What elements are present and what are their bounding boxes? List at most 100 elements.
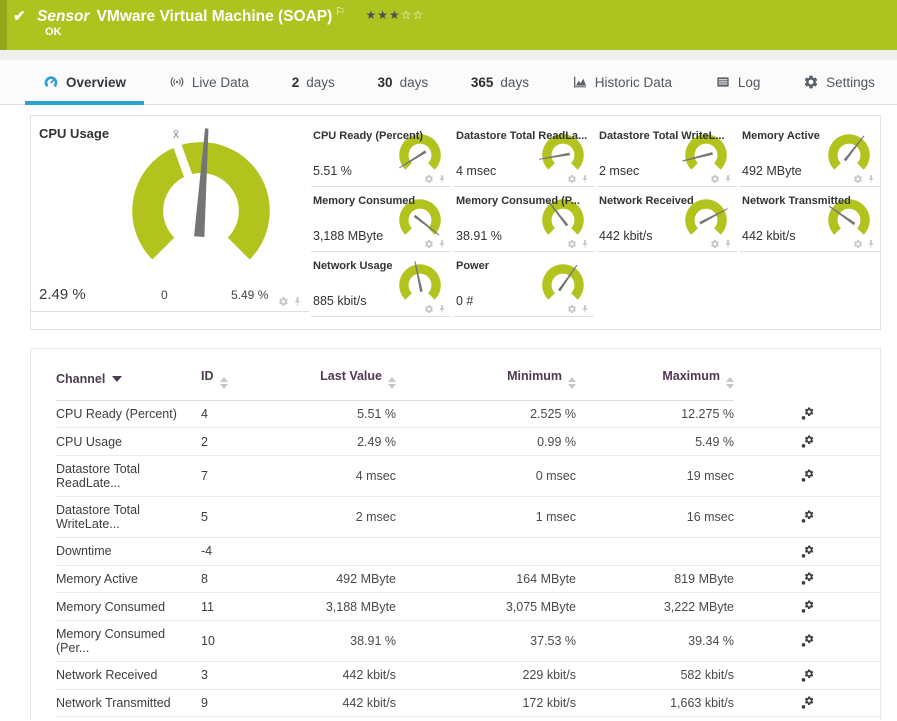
flag-icon[interactable]: ⚐ [335, 6, 345, 18]
cell-id: 3 [201, 661, 241, 690]
channel-settings-icon[interactable] [800, 600, 814, 614]
cell-id: 2 [201, 427, 241, 456]
cell-minimum: 1 msec [396, 496, 576, 538]
column-header-channel[interactable]: Channel [56, 359, 201, 401]
gear-icon[interactable] [567, 174, 577, 184]
cell-maximum: 582 kbit/s [576, 661, 734, 690]
cell-minimum [396, 537, 576, 566]
pin-icon[interactable] [580, 239, 590, 249]
mini-gauge-value: 885 kbit/s [313, 294, 367, 308]
table-row[interactable]: CPU Usage 2 2.49 % 0.99 % 5.49 % [56, 427, 880, 456]
mini-gauge-label: Network Transmitted [742, 195, 851, 207]
sort-desc-icon [112, 376, 123, 382]
cell-last-value: 492 MByte [241, 565, 396, 594]
mini-gauge-tile: Network Usage 885 kbit/s [311, 252, 451, 317]
mini-gauge-label: Memory Consumed (P... [456, 195, 580, 207]
mini-gauge-grid: CPU Ready (Percent) 5.51 % Datastore Tot… [311, 122, 880, 317]
pin-icon[interactable] [437, 174, 447, 184]
pin-icon[interactable] [437, 239, 447, 249]
tab-historic-data[interactable]: Historic Data [554, 60, 690, 104]
mini-gauge-tile: Power 0 # [454, 252, 594, 317]
tab-settings[interactable]: Settings [785, 60, 893, 104]
column-header-minimum[interactable]: Minimum [396, 359, 576, 401]
table-row[interactable]: Memory Consumed (Per... 10 38.91 % 37.53… [56, 620, 880, 663]
channel-settings-icon[interactable] [800, 510, 814, 524]
pin-icon[interactable] [580, 304, 590, 314]
channel-settings-icon[interactable] [800, 407, 814, 421]
star-empty-icon[interactable]: ☆ [413, 8, 425, 22]
gear-icon[interactable] [567, 304, 577, 314]
gear-icon[interactable] [424, 304, 434, 314]
tab-days[interactable]: 30 days [360, 60, 447, 104]
table-row[interactable]: CPU Ready (Percent) 4 5.51 % 2.525 % 12.… [56, 400, 880, 429]
mini-gauge [828, 134, 870, 170]
column-header-maximum[interactable]: Maximum [576, 359, 734, 401]
gear-icon[interactable] [424, 174, 434, 184]
gear-icon[interactable] [424, 239, 434, 249]
table-row[interactable]: Datastore Total ReadLate... 7 4 msec 0 m… [56, 455, 880, 497]
column-header-last-value[interactable]: Last Value [241, 359, 396, 401]
mini-gauge-label: Power [456, 260, 490, 272]
gear-icon[interactable] [710, 239, 720, 249]
pin-icon[interactable] [866, 174, 876, 184]
tab-days[interactable]: 2 days [274, 60, 353, 104]
object-kind: Sensor [37, 8, 90, 26]
tab-log[interactable]: Log [697, 60, 779, 104]
channel-settings-icon[interactable] [800, 634, 814, 648]
cpu-usage-gauge [132, 128, 270, 260]
tab-days[interactable]: 365 days [453, 60, 547, 104]
pin-icon[interactable] [437, 304, 447, 314]
channel-settings-icon[interactable] [800, 696, 814, 710]
star-empty-icon[interactable]: ☆ [401, 8, 413, 22]
channel-settings-icon[interactable] [800, 435, 814, 449]
tab-label: Settings [826, 74, 875, 90]
table-row[interactable]: Network Usage 6 885 kbit/s 401 kbit/s 2,… [56, 716, 880, 720]
cell-channel: Datastore Total ReadLate... [56, 455, 201, 497]
pin-icon[interactable] [580, 174, 590, 184]
tab-label: days [399, 74, 429, 90]
cell-last-value: 2 msec [241, 496, 396, 538]
mini-gauge-value: 3,188 MByte [313, 229, 384, 243]
pin-icon[interactable] [723, 174, 733, 184]
gear-icon [803, 74, 819, 90]
channel-settings-icon[interactable] [800, 669, 814, 683]
column-header-id[interactable]: ID [201, 359, 241, 401]
cell-id: 8 [201, 565, 241, 594]
pin-icon[interactable] [723, 239, 733, 249]
pin-icon[interactable] [292, 296, 303, 307]
channel-settings-icon[interactable] [800, 572, 814, 586]
gear-icon[interactable] [278, 296, 289, 307]
cell-minimum: 3,075 MByte [396, 592, 576, 622]
channel-settings-icon[interactable] [800, 545, 814, 559]
star-filled-icon[interactable]: ★ [365, 8, 377, 22]
table-row[interactable]: Network Received 3 442 kbit/s 229 kbit/s… [56, 661, 880, 690]
gear-icon[interactable] [853, 239, 863, 249]
gear-icon[interactable] [567, 239, 577, 249]
table-row[interactable]: Downtime -4 [56, 537, 880, 566]
gauges-panel: CPU Usage x̄ 2.49 % 0 5.49 % CPU Ready (… [30, 115, 881, 330]
cell-last-value: 4 msec [241, 455, 396, 497]
mini-gauge-value: 4 msec [456, 164, 497, 178]
cell-last-value: 442 kbit/s [241, 661, 396, 690]
tab-bar: Overview Live Data 2 days 30 days 365 da… [0, 60, 897, 105]
gear-icon[interactable] [853, 174, 863, 184]
main-gauge-min: 0 [161, 288, 168, 302]
cell-last-value: 3,188 MByte [241, 592, 396, 622]
channel-settings-icon[interactable] [800, 469, 814, 483]
tab-live-data[interactable]: Live Data [151, 60, 267, 104]
star-filled-icon[interactable]: ★ [389, 8, 401, 22]
gear-icon[interactable] [710, 174, 720, 184]
table-row[interactable]: Network Transmitted 9 442 kbit/s 172 kbi… [56, 689, 880, 718]
priority-stars[interactable]: ★★★☆☆ [365, 8, 424, 22]
table-row[interactable]: Datastore Total WriteLate... 5 2 msec 1 … [56, 496, 880, 538]
pin-icon[interactable] [866, 239, 876, 249]
status-color-stripe [0, 0, 7, 50]
tab-overview[interactable]: Overview [25, 60, 145, 105]
channel-table-panel: Channel ID Last Value Minimum Maximum CPU Re… [30, 348, 881, 720]
cell-channel: Downtime [56, 537, 201, 566]
mini-gauge-value: 492 MByte [742, 164, 802, 178]
star-filled-icon[interactable]: ★ [377, 8, 389, 22]
table-row[interactable]: Memory Consumed 11 3,188 MByte 3,075 MBy… [56, 592, 880, 622]
cell-maximum [576, 537, 734, 566]
table-row[interactable]: Memory Active 8 492 MByte 164 MByte 819 … [56, 565, 880, 594]
